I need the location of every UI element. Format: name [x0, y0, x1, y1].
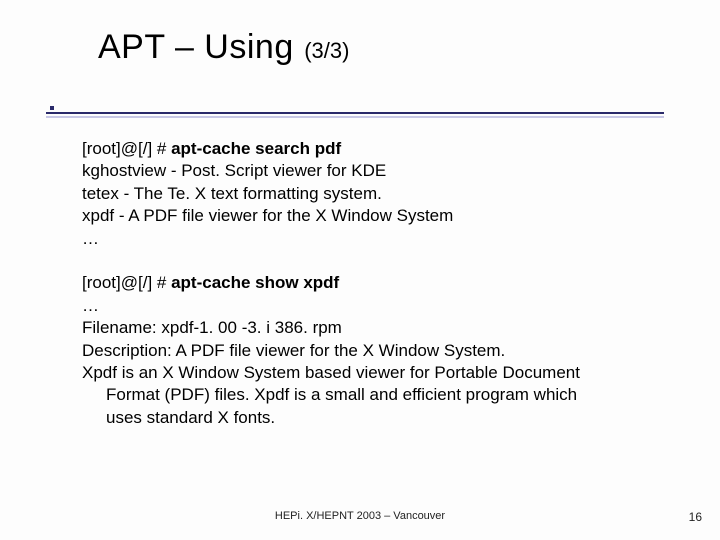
output-line: Description: A PDF file viewer for the X…	[82, 340, 672, 362]
output-line: Xpdf is an X Window System based viewer …	[82, 362, 672, 384]
code-block-1: [root]@[/] # apt-cache search pdf kghost…	[82, 138, 672, 250]
output-line: Format (PDF) files. Xpdf is a small and …	[82, 384, 672, 406]
output-line: Filename: xpdf-1. 00 -3. i 386. rpm	[82, 317, 672, 339]
output-line: …	[82, 228, 672, 250]
output-line: uses standard X fonts.	[82, 407, 672, 429]
code-block-2: [root]@[/] # apt-cache show xpdf … Filen…	[82, 272, 672, 429]
output-line: …	[82, 295, 672, 317]
prompt-text: [root]@[/] #	[82, 139, 171, 158]
slide-title: APT – Using	[98, 28, 294, 66]
slide-body: [root]@[/] # apt-cache search pdf kghost…	[82, 138, 672, 451]
page-number: 16	[689, 510, 702, 524]
output-line: tetex - The Te. X text formatting system…	[82, 183, 672, 205]
prompt-text: [root]@[/] #	[82, 273, 171, 292]
output-line: kghostview - Post. Script viewer for KDE	[82, 160, 672, 182]
bullet-icon	[50, 106, 54, 110]
command-text: apt-cache show xpdf	[171, 273, 339, 292]
title-rule	[46, 112, 664, 118]
command-text: apt-cache search pdf	[171, 139, 341, 158]
slide-footer: HEPi. X/HEPNT 2003 – Vancouver	[0, 510, 720, 522]
output-line: xpdf - A PDF file viewer for the X Windo…	[82, 205, 672, 227]
slide-title-count: (3/3)	[304, 38, 349, 63]
slide-title-wrap: APT – Using (3/3)	[98, 28, 349, 67]
